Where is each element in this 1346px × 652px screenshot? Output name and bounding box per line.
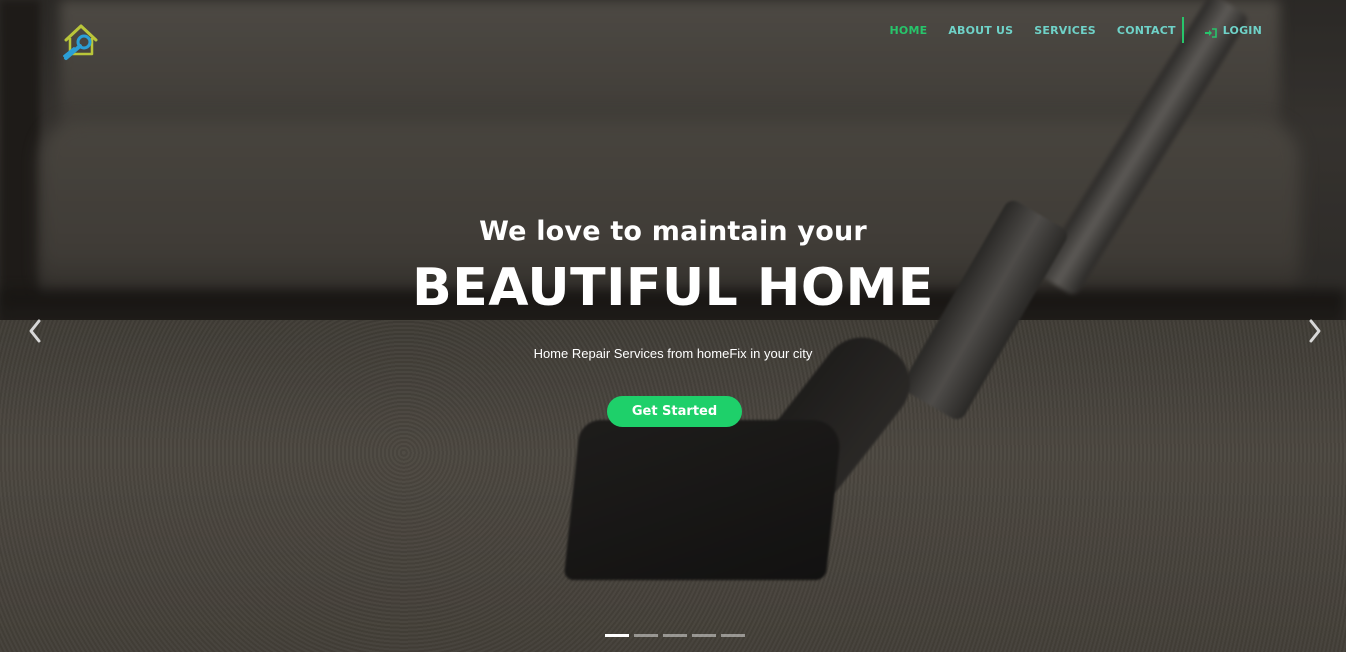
carousel-indicators xyxy=(605,634,750,637)
chevron-left-icon xyxy=(24,319,46,350)
hero-subhead: We love to maintain your xyxy=(479,216,867,247)
carousel-indicator[interactable] xyxy=(721,634,745,637)
carousel-indicator[interactable] xyxy=(663,634,687,637)
chevron-right-icon xyxy=(1304,319,1326,350)
nav-contact[interactable]: CONTACT xyxy=(1117,24,1176,37)
hero-headline: BEAUTIFUL HOME xyxy=(412,258,934,318)
nav-home[interactable]: HOME xyxy=(890,24,928,37)
hero-carousel xyxy=(0,0,1346,652)
carousel-prev-button[interactable] xyxy=(24,316,46,346)
house-wrench-icon[interactable] xyxy=(60,20,102,62)
carousel-indicator[interactable] xyxy=(634,634,658,637)
login-link[interactable]: LOGIN xyxy=(1204,23,1262,38)
carousel-next-button[interactable] xyxy=(1304,316,1326,346)
nav-services[interactable]: SERVICES xyxy=(1034,24,1096,37)
carousel-indicator[interactable] xyxy=(605,634,629,637)
nav-about-us[interactable]: ABOUT US xyxy=(948,24,1013,37)
sign-in-icon xyxy=(1204,25,1217,38)
main-nav: HOME ABOUT US SERVICES CONTACT LOGIN xyxy=(869,17,1263,43)
login-label: LOGIN xyxy=(1222,23,1262,37)
background-dark-overlay xyxy=(0,0,1346,652)
carousel-indicator[interactable] xyxy=(692,634,716,637)
hero-tagline: Home Repair Services from homeFix in you… xyxy=(533,346,813,361)
nav-divider xyxy=(1181,17,1184,43)
get-started-button[interactable]: Get Started xyxy=(607,396,742,427)
